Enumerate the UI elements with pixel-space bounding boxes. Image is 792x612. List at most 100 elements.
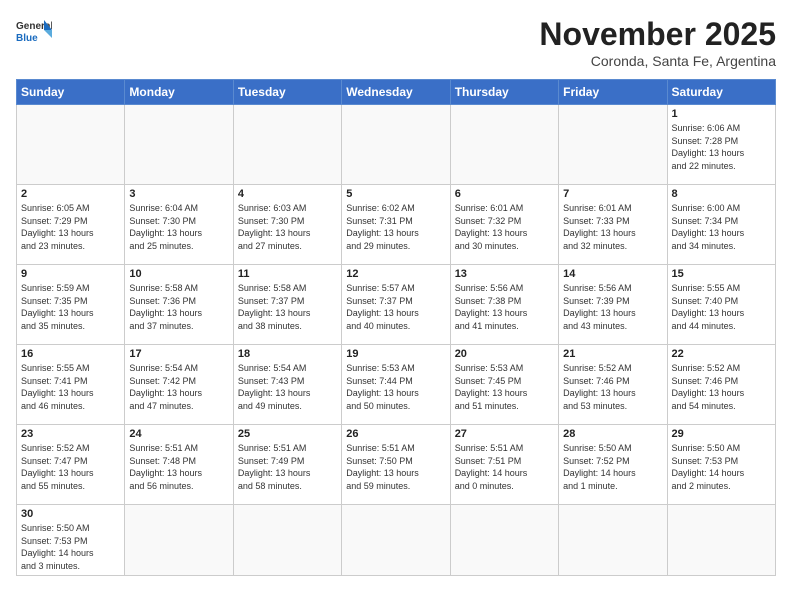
month-title: November 2025 [539,16,776,53]
day-info: Sunrise: 5:55 AMSunset: 7:40 PMDaylight:… [672,282,771,332]
calendar-day-cell: 1 Sunrise: 6:06 AMSunset: 7:28 PMDaylight… [667,105,775,185]
calendar-day-cell: 21Sunrise: 5:52 AMSunset: 7:46 PMDayligh… [559,345,667,425]
calendar-day-cell: 3 Sunrise: 6:04 AMSunset: 7:30 PMDaylight… [125,185,233,265]
svg-text:Blue: Blue [16,33,38,44]
weekday-header-cell: Sunday [17,80,125,105]
calendar-day-cell: 10Sunrise: 5:58 AMSunset: 7:36 PMDayligh… [125,265,233,345]
day-info: Sunrise: 5:51 AMSunset: 7:50 PMDaylight:… [346,442,445,492]
logo-icon: General Blue [16,16,52,46]
calendar-day-cell [450,105,558,185]
day-number: 9 [21,268,120,280]
day-number: 14 [563,268,662,280]
day-info: Sunrise: 5:53 AMSunset: 7:44 PMDaylight:… [346,362,445,412]
day-number: 17 [129,348,228,360]
calendar-day-cell: 20 Sunrise: 5:53 AMSunset: 7:45 PMDayligh… [450,345,558,425]
calendar-day-cell: 4 Sunrise: 6:03 AMSunset: 7:30 PMDaylight… [233,185,341,265]
day-number: 4 [238,188,337,200]
calendar-day-cell [342,105,450,185]
day-number: 5 [346,188,445,200]
day-number: 25 [238,428,337,440]
calendar-day-cell: 19 Sunrise: 5:53 AMSunset: 7:44 PMDayligh… [342,345,450,425]
day-info: Sunrise: 5:51 AMSunset: 7:49 PMDaylight:… [238,442,337,492]
calendar-day-cell [17,105,125,185]
day-info: Sunrise: 5:52 AMSunset: 7:46 PMDaylight:… [563,362,662,412]
day-number: 23 [21,428,120,440]
calendar-day-cell [125,505,233,576]
day-number: 6 [455,188,554,200]
calendar-day-cell: 17 Sunrise: 5:54 AMSunset: 7:42 PMDayligh… [125,345,233,425]
day-info: Sunrise: 5:52 AMSunset: 7:46 PMDaylight:… [672,362,771,412]
calendar-day-cell: 23 Sunrise: 5:52 AMSunset: 7:47 PMDayligh… [17,425,125,505]
day-info: Sunrise: 5:59 AMSunset: 7:35 PMDaylight:… [21,282,120,332]
day-info: Sunrise: 5:53 AMSunset: 7:45 PMDaylight:… [455,362,554,412]
calendar-day-cell: 28 Sunrise: 5:50 AMSunset: 7:52 PMDayligh… [559,425,667,505]
calendar-week-row: 23 Sunrise: 5:52 AMSunset: 7:47 PMDayligh… [17,425,776,505]
weekday-header-cell: Friday [559,80,667,105]
day-info: Sunrise: 5:50 AMSunset: 7:52 PMDaylight:… [563,442,662,492]
day-number: 22 [672,348,771,360]
calendar-day-cell: 8 Sunrise: 6:00 AMSunset: 7:34 PMDaylight… [667,185,775,265]
day-info: Sunrise: 5:54 AMSunset: 7:42 PMDaylight:… [129,362,228,412]
day-number: 10 [129,268,228,280]
day-info: Sunrise: 5:58 AMSunset: 7:37 PMDaylight:… [238,282,337,332]
day-info: Sunrise: 6:00 AMSunset: 7:34 PMDaylight:… [672,202,771,252]
calendar-week-row: 2 Sunrise: 6:05 AMSunset: 7:29 PMDaylight… [17,185,776,265]
calendar-day-cell: 12Sunrise: 5:57 AMSunset: 7:37 PMDayligh… [342,265,450,345]
day-info: Sunrise: 6:01 AMSunset: 7:32 PMDaylight:… [455,202,554,252]
header: General Blue November 2025 Coronda, Sant… [16,16,776,69]
calendar-day-cell: 14 Sunrise: 5:56 AMSunset: 7:39 PMDayligh… [559,265,667,345]
day-number: 2 [21,188,120,200]
day-info: Sunrise: 6:02 AMSunset: 7:31 PMDaylight:… [346,202,445,252]
day-info: Sunrise: 5:56 AMSunset: 7:39 PMDaylight:… [563,282,662,332]
day-info: Sunrise: 6:03 AMSunset: 7:30 PMDaylight:… [238,202,337,252]
day-number: 18 [238,348,337,360]
day-number: 19 [346,348,445,360]
day-info: Sunrise: 6:05 AMSunset: 7:29 PMDaylight:… [21,202,120,252]
day-info: Sunrise: 5:51 AMSunset: 7:51 PMDaylight:… [455,442,554,492]
day-info: Sunrise: 5:54 AMSunset: 7:43 PMDaylight:… [238,362,337,412]
weekday-header-cell: Monday [125,80,233,105]
calendar-day-cell [450,505,558,576]
weekday-header-row: SundayMondayTuesdayWednesdayThursdayFrid… [17,80,776,105]
calendar-day-cell [559,505,667,576]
day-number: 8 [672,188,771,200]
calendar-table: SundayMondayTuesdayWednesdayThursdayFrid… [16,79,776,576]
calendar-day-cell: 26 Sunrise: 5:51 AMSunset: 7:50 PMDayligh… [342,425,450,505]
weekday-header-cell: Tuesday [233,80,341,105]
day-info: Sunrise: 5:52 AMSunset: 7:47 PMDaylight:… [21,442,120,492]
weekday-header-cell: Wednesday [342,80,450,105]
day-number: 3 [129,188,228,200]
calendar-day-cell: 27 Sunrise: 5:51 AMSunset: 7:51 PMDayligh… [450,425,558,505]
day-number: 29 [672,428,771,440]
calendar-day-cell: 2 Sunrise: 6:05 AMSunset: 7:29 PMDaylight… [17,185,125,265]
day-info: Sunrise: 5:57 AMSunset: 7:37 PMDaylight:… [346,282,445,332]
calendar-day-cell: 16 Sunrise: 5:55 AMSunset: 7:41 PMDayligh… [17,345,125,425]
day-number: 7 [563,188,662,200]
calendar-day-cell: 11 Sunrise: 5:58 AMSunset: 7:37 PMDayligh… [233,265,341,345]
calendar-day-cell [559,105,667,185]
day-number: 24 [129,428,228,440]
day-number: 16 [21,348,120,360]
weekday-header-cell: Saturday [667,80,775,105]
day-number: 15 [672,268,771,280]
day-info: Sunrise: 6:06 AMSunset: 7:28 PMDaylight:… [672,122,771,172]
calendar-week-row: 9 Sunrise: 5:59 AMSunset: 7:35 PMDaylight… [17,265,776,345]
calendar-day-cell: 18 Sunrise: 5:54 AMSunset: 7:43 PMDayligh… [233,345,341,425]
day-number: 27 [455,428,554,440]
logo: General Blue [16,16,52,46]
day-info: Sunrise: 5:51 AMSunset: 7:48 PMDaylight:… [129,442,228,492]
day-number: 28 [563,428,662,440]
calendar-body: 1 Sunrise: 6:06 AMSunset: 7:28 PMDaylight… [17,105,776,576]
day-number: 1 [672,108,771,120]
day-number: 20 [455,348,554,360]
day-info: Sunrise: 6:04 AMSunset: 7:30 PMDaylight:… [129,202,228,252]
calendar-day-cell: 13Sunrise: 5:56 AMSunset: 7:38 PMDayligh… [450,265,558,345]
calendar-day-cell [342,505,450,576]
day-info: Sunrise: 5:55 AMSunset: 7:41 PMDaylight:… [21,362,120,412]
day-number: 26 [346,428,445,440]
day-info: Sunrise: 6:01 AMSunset: 7:33 PMDaylight:… [563,202,662,252]
day-number: 11 [238,268,337,280]
calendar-week-row: 1 Sunrise: 6:06 AMSunset: 7:28 PMDaylight… [17,105,776,185]
calendar-day-cell: 22 Sunrise: 5:52 AMSunset: 7:46 PMDayligh… [667,345,775,425]
day-info: Sunrise: 5:56 AMSunset: 7:38 PMDaylight:… [455,282,554,332]
